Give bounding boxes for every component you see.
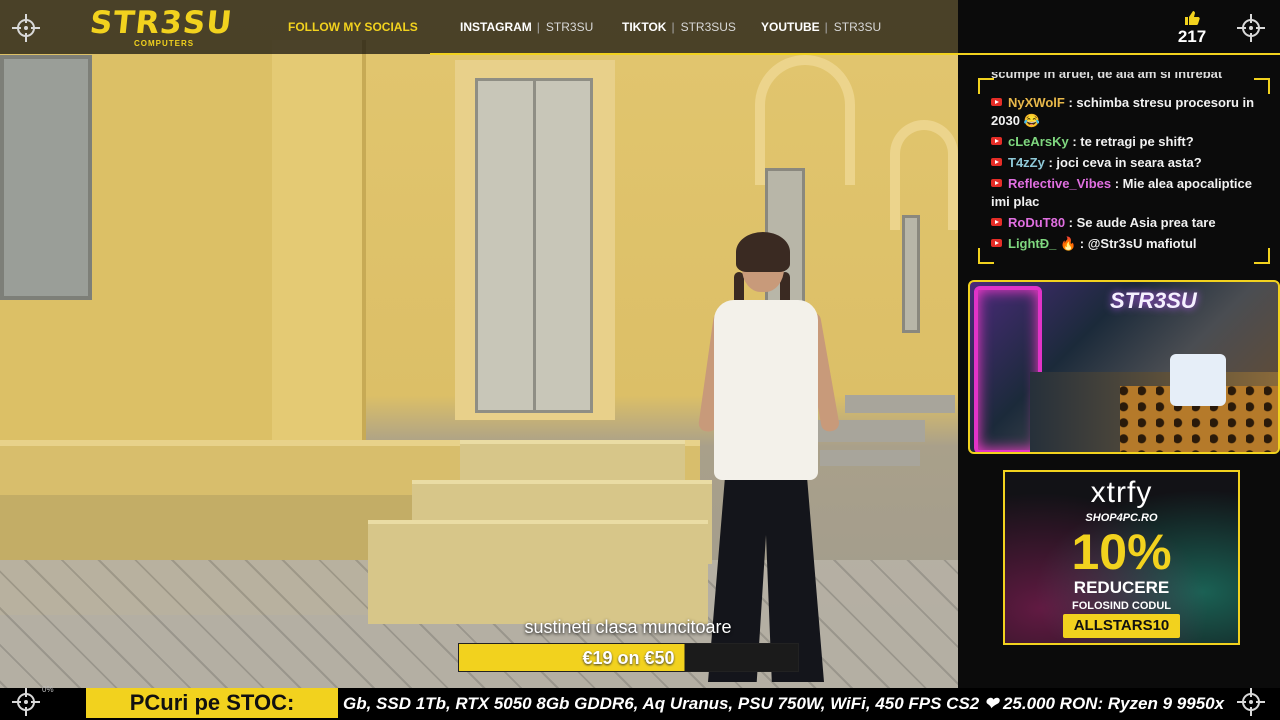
stone-bench — [845, 395, 955, 413]
chat-username: cLeArsKy — [1008, 134, 1069, 149]
chat-message: NyXWolF : schimba stresu procesoru in 20… — [991, 95, 1255, 128]
chat-message: LightĐ_ 🔥 : @Str3sU mafiotul — [991, 235, 1255, 253]
crosshair-icon — [12, 14, 40, 42]
likes-counter: 217 — [1172, 10, 1212, 48]
stone-step — [368, 520, 708, 624]
donation-goal-text: €19 on €50 — [582, 648, 675, 668]
follow-socials-label: FOLLOW MY SOCIALS — [288, 20, 418, 34]
logo-subtext: COMPUTERS — [134, 39, 195, 48]
chat-text: @Str3sU mafiotul — [1087, 236, 1197, 251]
panel-divider — [958, 53, 1280, 55]
chat-message: RoDuT80 : Se aude Asia prea tare — [991, 214, 1255, 232]
stream-video — [0, 0, 958, 720]
neon-sign: STR3SU — [1110, 288, 1197, 313]
likes-count: 217 — [1177, 27, 1207, 46]
chat-corner — [1254, 248, 1270, 264]
social-handle: STR3SUS — [680, 20, 736, 34]
social-platform: YOUTUBE — [761, 20, 820, 34]
socials-underline — [430, 53, 958, 55]
ticker-label: PCuri pe STOC: — [86, 688, 338, 718]
stock-ticker: PCuri pe STOC: Gb, SSD 1Tb, RTX 5050 8Gb… — [0, 688, 1280, 720]
crosshair-icon — [1237, 14, 1265, 42]
youtube-icon — [991, 158, 1002, 166]
ad-shop: SHOP4PC.RO — [1085, 512, 1158, 524]
chat-corner — [978, 248, 994, 264]
ad-brand: xtrfy — [1090, 476, 1153, 509]
jersey — [1170, 354, 1226, 406]
social-tiktok[interactable]: TIKTOK | STR3SUS — [622, 20, 736, 34]
youtube-icon — [991, 239, 1002, 247]
donation-message: sustineti clasa muncitoare — [524, 617, 732, 637]
social-instagram[interactable]: INSTAGRAM | STR3SU — [460, 20, 593, 34]
chat-username: RoDuT80 — [1008, 215, 1066, 230]
chat-message: T4zZy : joci ceva in seara asta? — [991, 154, 1255, 172]
chat-username: T4zZy — [1008, 155, 1045, 170]
ticker-text: Gb, SSD 1Tb, RTX 5050 8Gb GDDR6, Aq Uran… — [343, 694, 1225, 713]
youtube-icon — [991, 179, 1002, 187]
crosshair-icon — [1237, 688, 1265, 716]
chat-corner — [1254, 78, 1270, 94]
chat-username: Reflective_Vibes — [1008, 176, 1112, 191]
donation-goal-bar: €19 on €50 — [458, 643, 799, 672]
ad-instruction: FOLOSIND CODUL — [1072, 600, 1171, 612]
youtube-icon — [991, 98, 1002, 106]
ad-discount: 10% — [1071, 524, 1172, 580]
youtube-icon — [991, 218, 1002, 226]
window-arch — [890, 120, 958, 230]
chat-text: te retragi pe shift? — [1080, 134, 1194, 149]
progress-label: 0% — [42, 685, 54, 694]
chat-text: Se aude Asia prea tare — [1076, 215, 1216, 230]
window-shutter — [0, 55, 92, 300]
youtube-icon — [991, 137, 1002, 145]
live-chat[interactable]: scumpe in aruel, de ala am si intrebat N… — [985, 72, 1259, 262]
social-platform: TIKTOK — [622, 20, 667, 34]
chat-username: LightĐ_ 🔥 — [1008, 236, 1077, 251]
ad-code: ALLSTARS10 — [1063, 614, 1180, 638]
chat-text: joci ceva in seara asta? — [1056, 155, 1202, 170]
wooden-door — [475, 78, 593, 413]
social-youtube[interactable]: YOUTUBE | STR3SU — [761, 20, 881, 34]
window-arch — [755, 55, 855, 185]
building-pillar — [272, 40, 362, 440]
thumbs-up-icon — [1185, 11, 1200, 25]
chat-message: Reflective_Vibes : Mie alea apocaliptice… — [991, 176, 1253, 209]
chat-partial-message: scumpe in aruel, de ala am si intrebat — [991, 72, 1223, 81]
stone-bench — [820, 450, 920, 466]
social-platform: INSTAGRAM — [460, 20, 532, 34]
chat-message: cLeArsKy : te retragi pe shift? — [991, 133, 1255, 151]
ad-reducere: REDUCERE — [1073, 578, 1170, 597]
webcam-overlay: STR3SU — [968, 280, 1280, 454]
chat-corner — [978, 78, 994, 94]
sponsor-ad[interactable]: xtrfy SHOP4PC.RO 10% REDUCERE FOLOSIND C… — [1003, 470, 1240, 645]
chat-username: NyXWolF — [1008, 95, 1065, 110]
crosshair-icon — [12, 688, 40, 716]
social-handle: STR3SU — [833, 20, 882, 34]
str3su-logo: STR3SU COMPUTERS — [88, 5, 245, 49]
logo-text: STR3SU — [88, 5, 235, 41]
arched-window — [902, 215, 920, 333]
social-handle: STR3SU — [545, 20, 594, 34]
